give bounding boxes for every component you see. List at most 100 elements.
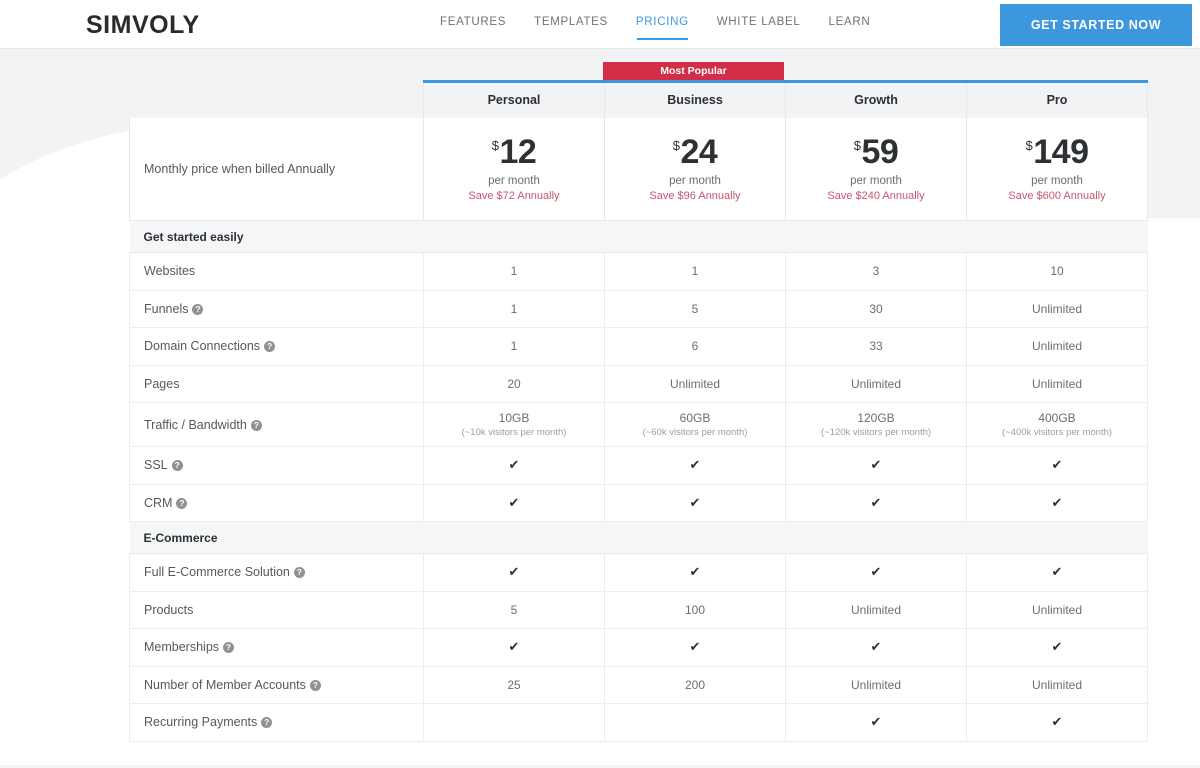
check-icon: ✔ [871, 564, 882, 579]
feature-value: Unlimited [786, 603, 966, 617]
feature-value-cell: 3 [786, 253, 967, 291]
feature-value-cell: Unlimited [967, 365, 1148, 403]
feature-value: 100 [605, 603, 785, 617]
feature-value-cell: 400GB (~400k visitors per month) [967, 403, 1148, 447]
section-title: Get started easily [130, 221, 1148, 253]
help-tooltip-icon[interactable]: ? [172, 460, 183, 471]
feature-value-cell: 10 [967, 253, 1148, 291]
price-value: 149 [1033, 133, 1088, 171]
help-tooltip-icon[interactable]: ? [251, 420, 262, 431]
annual-savings: Save $240 Annually [786, 190, 966, 202]
feature-value: 6 [605, 339, 785, 353]
feature-value-cell: ✔ [424, 484, 605, 522]
feature-value-cell: ✔ [605, 447, 786, 485]
site-logo[interactable]: SIMVOLY [86, 11, 200, 40]
feature-value-cell: ✔ [424, 447, 605, 485]
price-amount: $149 [967, 135, 1147, 169]
feature-label: Products [144, 603, 193, 617]
check-icon: ✔ [690, 639, 701, 654]
feature-value: 30 [786, 302, 966, 316]
feature-value: 200 [605, 678, 785, 692]
feature-label: Memberships [144, 640, 219, 654]
help-tooltip-icon[interactable]: ? [192, 304, 203, 315]
feature-value: Unlimited [605, 377, 785, 391]
feature-value-cell: ✔ [786, 704, 967, 742]
feature-label-cell: Products [130, 591, 424, 629]
feature-value-cell: Unlimited [786, 365, 967, 403]
feature-row: Full E-Commerce Solution? ✔ ✔ ✔ ✔ [130, 554, 1148, 592]
price-amount: $59 [786, 135, 966, 169]
feature-value-cell: 1 [424, 290, 605, 328]
feature-value-cell: Unlimited [967, 666, 1148, 704]
feature-label-cell: Memberships? [130, 629, 424, 667]
feature-value-cell: ✔ [967, 554, 1148, 592]
feature-label-cell: Pages [130, 365, 424, 403]
feature-subvalue: (~120k visitors per month) [786, 427, 966, 438]
feature-value-cell: 1 [424, 328, 605, 366]
plan-header-pro: Pro [967, 82, 1148, 118]
feature-value: 1 [424, 302, 604, 316]
header-spacer-cell [130, 82, 424, 118]
nav-item-templates[interactable]: TEMPLATES [534, 16, 608, 40]
price-cell-growth: $59per monthSave $240 Annually [786, 118, 967, 221]
help-tooltip-icon[interactable]: ? [261, 717, 272, 728]
feature-value-cell: 6 [605, 328, 786, 366]
help-tooltip-icon[interactable]: ? [294, 567, 305, 578]
feature-label-cell: Recurring Payments? [130, 704, 424, 742]
feature-value-cell: ✔ [786, 447, 967, 485]
plan-header-business: Business [605, 82, 786, 118]
feature-value-cell: 25 [424, 666, 605, 704]
feature-value: 10 [967, 264, 1147, 278]
feature-value: 60GB [605, 411, 785, 425]
feature-value-cell: ✔ [967, 704, 1148, 742]
nav-item-pricing[interactable]: PRICING [636, 16, 689, 40]
nav-item-features[interactable]: FEATURES [440, 16, 506, 40]
feature-label-cell: Websites [130, 253, 424, 291]
feature-label: Websites [144, 264, 195, 278]
feature-value-cell: 120GB(~120k visitors per month) [786, 403, 967, 447]
feature-label-cell: CRM? [130, 484, 424, 522]
check-icon: ✔ [1052, 639, 1063, 654]
feature-value: 400GB [967, 411, 1147, 425]
feature-value-cell: 200 [605, 666, 786, 704]
plan-header-row: PersonalBusinessGrowthPro [130, 82, 1148, 118]
feature-value: Unlimited [967, 302, 1147, 316]
page-background-left-gray [0, 48, 129, 120]
check-icon: ✔ [509, 564, 520, 579]
feature-row: Products5100UnlimitedUnlimited [130, 591, 1148, 629]
help-tooltip-icon[interactable]: ? [310, 680, 321, 691]
help-tooltip-icon[interactable]: ? [223, 642, 234, 653]
feature-label: Number of Member Accounts [144, 678, 306, 692]
feature-label: CRM [144, 496, 172, 510]
feature-value-cell: 30 [786, 290, 967, 328]
feature-label-cell: Number of Member Accounts? [130, 666, 424, 704]
feature-value: Unlimited [967, 678, 1147, 692]
check-icon: ✔ [871, 457, 882, 472]
help-tooltip-icon[interactable]: ? [176, 498, 187, 509]
price-row-label: Monthly price when billed Annually [130, 118, 424, 221]
feature-value-cell: 60GB(~60k visitors per month) [605, 403, 786, 447]
feature-value: 3 [786, 264, 966, 278]
feature-label: Domain Connections [144, 339, 260, 353]
feature-value-cell [424, 704, 605, 742]
feature-label: SSL [144, 458, 168, 472]
get-started-button[interactable]: GET STARTED NOW [1000, 4, 1192, 46]
feature-value-cell: Unlimited [967, 591, 1148, 629]
feature-value-cell [605, 704, 786, 742]
feature-value: Unlimited [967, 603, 1147, 617]
feature-value-cell: ✔ [605, 554, 786, 592]
annual-savings: Save $96 Annually [605, 190, 785, 202]
help-tooltip-icon[interactable]: ? [264, 341, 275, 352]
feature-subvalue: (~400k visitors per month) [967, 427, 1147, 438]
nav-item-white-label[interactable]: WHITE LABEL [717, 16, 801, 40]
feature-value-cell: ✔ [605, 629, 786, 667]
feature-value-cell: ✔ [786, 554, 967, 592]
nav-item-learn[interactable]: LEARN [829, 16, 871, 40]
feature-value: 5 [424, 603, 604, 617]
check-icon: ✔ [1052, 457, 1063, 472]
feature-value-cell: ✔ [605, 484, 786, 522]
feature-label: Full E-Commerce Solution [144, 565, 290, 579]
check-icon: ✔ [690, 457, 701, 472]
check-icon: ✔ [1052, 495, 1063, 510]
annual-savings: Save $72 Annually [424, 190, 604, 202]
